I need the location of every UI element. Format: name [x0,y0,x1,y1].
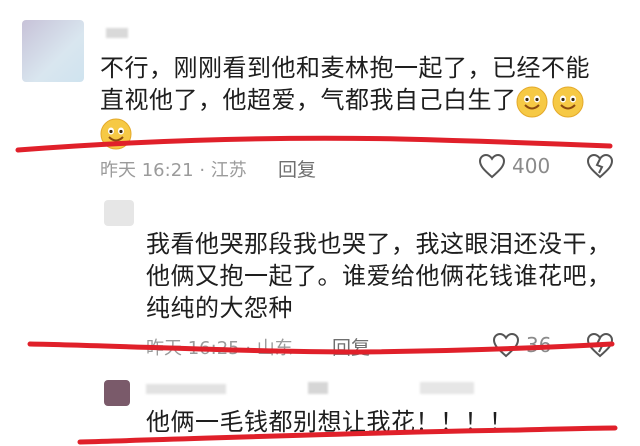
comment-text-line: 他俩一毛钱都别想让我花！！！！ [146,408,514,436]
avatar[interactable] [22,20,84,82]
username-redacted [420,382,474,394]
username-redacted [146,384,226,394]
reply-button[interactable]: 回复 [278,155,316,182]
comment-text-line: 他俩又抱一起了。谁爱给他俩花钱谁花吧， [146,262,612,290]
like-count: 36 [526,333,552,357]
emoji-smile-icon [100,118,132,150]
comment-text-line: 不行，刚刚看到他和麦林抱一起了，已经不能 [100,54,590,82]
heart-icon[interactable] [492,332,520,358]
broken-heart-icon[interactable] [586,332,614,358]
comment-text-line: 直视他了，他超爱，气都我自己白生了 [100,86,517,114]
heart-icon[interactable] [478,153,506,179]
broken-heart-icon[interactable] [586,153,614,179]
avatar[interactable] [104,200,134,226]
comment-timestamp-location: 昨天 16:21 · 江苏 [100,160,247,181]
reply-button[interactable]: 回复 [332,333,370,360]
emoji-smile-icon [516,86,548,118]
like-count: 400 [512,154,551,178]
comment-text-line: 纯纯的大怨种 [146,294,293,322]
avatar[interactable] [104,380,130,406]
emoji-smile-icon [552,86,584,118]
username-redacted [106,28,128,38]
comment-text-line: 我看他哭那段我也哭了，我这眼泪还没干， [146,230,612,258]
comment-timestamp-location: 昨天 16:25 · 山东 [146,338,293,359]
username-redacted [308,382,328,394]
